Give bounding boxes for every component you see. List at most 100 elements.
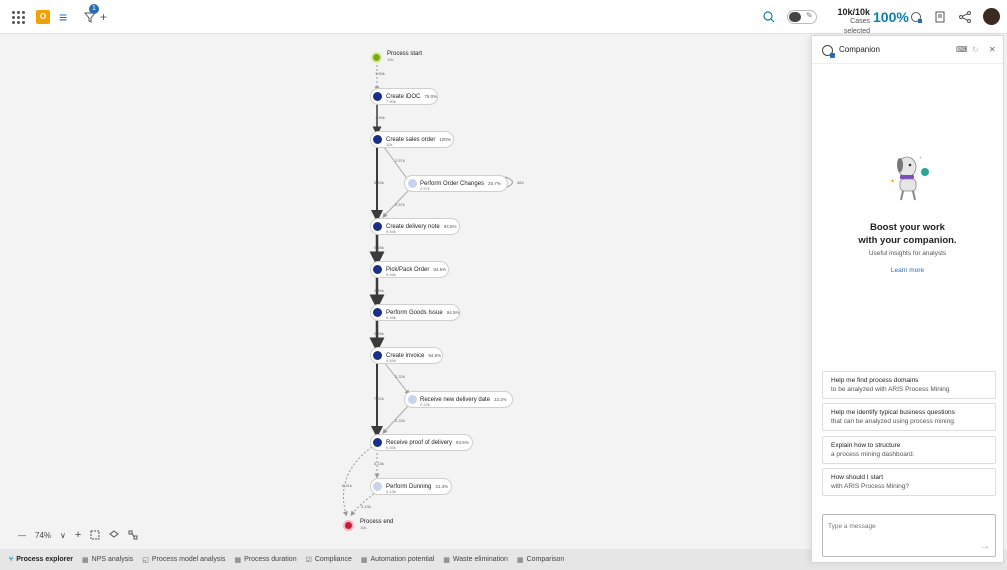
suggestion-subtitle: to be analyzed with ARIS Process Mining: [831, 386, 950, 393]
headline-line-2: with your companion.: [858, 235, 957, 246]
edge-label: 3.13k: [374, 461, 384, 466]
apps-grid-icon[interactable]: [12, 9, 25, 25]
edge-sales-changes: [383, 146, 410, 183]
svg-text:+: +: [919, 155, 922, 160]
app-logo[interactable]: O: [36, 9, 50, 25]
close-icon[interactable]: ✕: [989, 45, 996, 54]
message-box[interactable]: →: [822, 514, 996, 557]
edge-label: 2.22k: [395, 374, 405, 379]
edge-label: 3.13k: [361, 504, 371, 509]
edge-label: 9.45k: [374, 288, 384, 293]
zoom-dropdown-icon[interactable]: ∨: [60, 531, 66, 540]
activity-rate: 22.2%: [494, 397, 507, 402]
message-input[interactable]: [828, 523, 988, 530]
activity-dot: [373, 308, 382, 317]
zoom-search-icon[interactable]: [763, 9, 775, 25]
suggestion-subtitle: a process mining dashboard.: [831, 451, 915, 458]
process-end-label: Process end 10k: [360, 519, 393, 530]
activity-rate: 79.0%: [424, 94, 438, 99]
activity-dot: [373, 265, 382, 274]
activity-dot: [408, 179, 417, 188]
svg-text:✦: ✦: [890, 178, 895, 185]
activity-dot: [373, 351, 382, 360]
tab-process-model-analysis[interactable]: ◱ Process model analysis: [142, 556, 225, 564]
activity-receive-new-delivery-date[interactable]: Receive new delivery date 22.2% 2.22k: [404, 391, 513, 408]
cases-count: 10k/10k: [837, 7, 870, 17]
add-button[interactable]: +: [100, 9, 107, 25]
filter-icon[interactable]: 1: [84, 4, 99, 25]
keyboard-icon[interactable]: ⌨: [956, 45, 968, 54]
activity-count: 3.13k: [386, 489, 396, 494]
zoom-level[interactable]: 74%: [35, 531, 51, 540]
compliance-icon: ☑: [305, 556, 312, 564]
activity-name: Receive new delivery date: [420, 396, 491, 403]
layers-icon[interactable]: [109, 530, 120, 540]
tab-automation-potential[interactable]: ▦ Automation potential: [361, 556, 434, 564]
activity-dot: [373, 482, 382, 491]
companion-title: Companion: [839, 45, 880, 54]
activity-dot: [408, 395, 417, 404]
process-edges: [342, 65, 513, 517]
activity-perform-goods-issue[interactable]: Perform Goods Issue 94.5% 9.45k: [370, 304, 460, 321]
cases-label: Cases selected: [843, 18, 870, 35]
graph-settings-icon[interactable]: [128, 530, 138, 540]
top-bar: O ≡ 1 + ✎ 10k/10k Cases selected 100%: [0, 0, 1007, 37]
process-start-node[interactable]: [371, 52, 382, 63]
activity-perform-order-changes[interactable]: Perform Order Changes 25.7% 2.57k: [404, 175, 508, 192]
zoom-in-button[interactable]: +: [75, 529, 81, 541]
activity-dot: [373, 222, 382, 231]
zoom-out-button[interactable]: —: [18, 531, 26, 540]
suggestion-title: How should I start: [831, 474, 884, 481]
tab-nps-analysis[interactable]: ▦ NPS analysis: [82, 556, 133, 564]
process-start-count: 10k: [387, 57, 394, 62]
activity-dot: [373, 135, 382, 144]
refresh-icon[interactable]: ↻: [972, 45, 979, 54]
activity-create-delivery-note[interactable]: Create delivery note 94.5% 9.45k: [370, 218, 460, 235]
eye-icon: [789, 12, 801, 22]
activity-count: 9.45k: [386, 445, 396, 450]
process-end-count: 10k: [360, 525, 367, 530]
activity-count: 2.22k: [420, 402, 430, 407]
dashboard-icon: ▦: [360, 556, 368, 564]
fit-to-screen-icon[interactable]: [90, 530, 100, 540]
process-end-node[interactable]: [343, 520, 354, 531]
hamburger-menu-icon[interactable]: ≡: [59, 9, 67, 25]
activity-perform-dunning[interactable]: Perform Dunning 31.3% 3.13k: [370, 478, 452, 495]
user-avatar[interactable]: [983, 8, 1000, 25]
edge-label: 5.43k: [374, 180, 384, 185]
tab-label: Process explorer: [16, 556, 74, 563]
tab-process-duration[interactable]: ▦ Process duration: [234, 556, 296, 564]
companion-headline: Boost your work with your companion.: [812, 221, 1003, 247]
dashboard-icon: ▦: [516, 556, 524, 564]
tab-compliance[interactable]: ☑ Compliance: [306, 556, 352, 564]
companion-icon[interactable]: [910, 9, 923, 25]
view-toggle[interactable]: ✎: [787, 10, 817, 24]
edge-label: 9.45k: [374, 331, 384, 336]
process-canvas[interactable]: Process start 10k 7.90k Create iDOC 79.0…: [0, 34, 811, 549]
activity-receive-proof-of-delivery[interactable]: Receive proof of delivery 94.5% 9.45k: [370, 434, 473, 451]
send-arrow-icon[interactable]: →: [980, 541, 990, 552]
learn-more-link[interactable]: Learn more: [812, 267, 1003, 274]
tab-waste-elimination[interactable]: ▦ Waste elimination: [443, 556, 508, 564]
share-icon[interactable]: [959, 9, 971, 25]
tab-process-explorer[interactable]: ⑂ Process explorer: [9, 556, 73, 563]
model-icon: ◱: [142, 556, 149, 564]
suggestion-card[interactable]: Help me identify typical business questi…: [822, 403, 996, 431]
suggestion-card[interactable]: Explain how to structure a process minin…: [822, 436, 996, 464]
suggestion-subtitle: that can be analyzed using process minin…: [831, 418, 956, 425]
activity-rate: 100%: [439, 137, 451, 142]
suggestion-card[interactable]: How should I start with ARIS Process Min…: [822, 468, 996, 496]
zoom-controls: — 74% ∨ +: [18, 528, 138, 542]
tab-comparison[interactable]: ▦ Comparison: [517, 556, 564, 564]
edge-label: 9.45k: [374, 245, 384, 250]
cases-selected: 10k/10k Cases selected: [826, 7, 870, 37]
activity-count: 9.45k: [386, 272, 396, 277]
suggestion-title: Help me identify typical business questi…: [831, 409, 955, 416]
document-icon[interactable]: [935, 9, 945, 25]
edge-label: 2.22k: [395, 418, 405, 423]
edit-icon: ✎: [806, 11, 813, 20]
activity-create-sales-order[interactable]: Create sales order 100% 10k: [370, 131, 454, 148]
tab-label: Process duration: [244, 556, 297, 563]
suggestion-card[interactable]: Help me find process domains to be analy…: [822, 371, 996, 399]
cases-percent: 100%: [873, 9, 909, 25]
